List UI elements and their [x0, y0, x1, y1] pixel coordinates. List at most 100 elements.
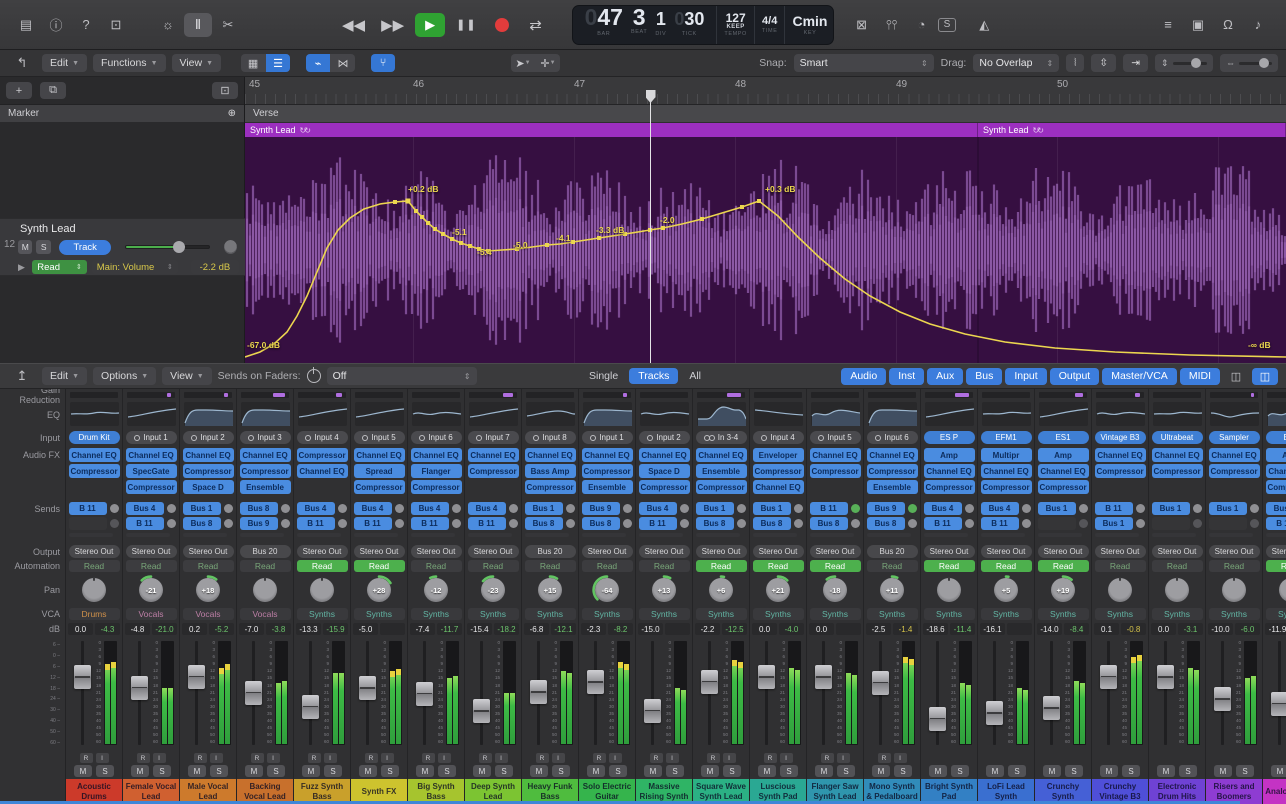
eq-thumbnail[interactable] — [867, 402, 917, 426]
send-knob[interactable] — [451, 519, 461, 528]
count-in-icon[interactable]: ⫯⫯ — [878, 13, 906, 37]
eq-thumbnail[interactable] — [924, 402, 974, 426]
volume-fader[interactable] — [131, 675, 148, 700]
fx-slot[interactable]: Compressor — [1208, 464, 1260, 478]
eq-thumbnail[interactable] — [981, 402, 1031, 426]
volume-fader[interactable] — [1043, 696, 1060, 721]
input-monitor-button[interactable]: I — [665, 753, 679, 763]
eq-thumbnail[interactable] — [1209, 402, 1259, 426]
send-knob[interactable] — [850, 519, 860, 528]
input-monitor-button[interactable]: I — [494, 753, 508, 763]
bar-ruler[interactable]: 45 46 47 48 49 50 — [245, 77, 1286, 105]
eq-thumbnail[interactable] — [468, 402, 518, 426]
vca-slot[interactable]: Synths — [1037, 608, 1089, 620]
input-monitor-button[interactable]: I — [95, 753, 109, 763]
fx-slot[interactable]: Enveloper — [752, 448, 804, 462]
send-knob[interactable] — [337, 519, 347, 528]
automation-mode-button[interactable]: Read — [125, 560, 177, 572]
send-slot[interactable]: Bus 4 — [980, 502, 1019, 515]
vca-slot[interactable]: Synths — [1151, 608, 1203, 620]
fx-slot[interactable]: Channel EQ — [1094, 448, 1146, 462]
input-monitor-button[interactable]: I — [836, 753, 850, 763]
input-slot[interactable]: Input 4 — [296, 431, 348, 444]
fx-slot[interactable]: Bass Amp — [524, 464, 576, 478]
input-slot[interactable]: Input 4 — [752, 431, 804, 444]
fx-slot[interactable]: Channel EQ — [524, 448, 576, 462]
lcd-tempo[interactable]: 127 KEEP TEMPO — [717, 5, 755, 44]
fx-slot[interactable]: Channel EQ — [1208, 448, 1260, 462]
region-header[interactable]: Synth Lead ↻↻ — [245, 123, 978, 137]
fx-slot[interactable]: Ensemble — [581, 480, 633, 494]
send-slot[interactable]: Bus 4 — [410, 502, 449, 515]
instrument-slot[interactable]: Vintage B3 — [1094, 431, 1146, 444]
mute-button[interactable]: M — [74, 765, 92, 777]
record-enable-button[interactable]: R — [250, 753, 264, 763]
send-slot[interactable]: Bus 1 — [695, 502, 734, 515]
back-icon[interactable]: ↰ — [8, 54, 36, 72]
send-knob[interactable] — [223, 519, 233, 528]
mute-button[interactable]: M — [986, 765, 1004, 777]
fx-slot[interactable]: Compressor — [752, 464, 804, 478]
fx-slot[interactable]: Space D — [638, 464, 690, 478]
vca-slot[interactable]: Synths — [581, 608, 633, 620]
editors-icon[interactable]: ✂ — [214, 13, 242, 37]
send-slot[interactable]: Bus 1 — [1208, 502, 1247, 515]
send-knob[interactable] — [565, 519, 575, 528]
fx-slot[interactable]: Channel EQ — [752, 480, 804, 494]
mute-button[interactable]: M — [758, 765, 776, 777]
send-knob[interactable] — [1135, 519, 1145, 528]
automation-mode-button[interactable]: Read — [1208, 560, 1260, 572]
vca-slot[interactable]: Synths — [638, 608, 690, 620]
fx-slot[interactable]: Channel EQ — [581, 448, 633, 462]
pan-knob[interactable]: +19 — [1048, 575, 1078, 605]
record-enable-button[interactable]: R — [763, 753, 777, 763]
pan-knob[interactable]: +21 — [763, 575, 793, 605]
play-button[interactable]: ▶ — [415, 12, 446, 37]
automation-mode-button[interactable]: Read — [182, 560, 234, 572]
mixer-menu-edit[interactable]: Edit ▼ — [42, 367, 88, 385]
output-slot[interactable]: Stereo Out — [809, 545, 861, 558]
drag-dropdown[interactable]: No Overlap ⇕ — [973, 54, 1060, 72]
vca-slot[interactable]: Synths — [1208, 608, 1260, 620]
eq-thumbnail[interactable] — [354, 402, 404, 426]
media-browser-icon[interactable]: ♪ — [1244, 13, 1272, 37]
mixer-menu-options[interactable]: Options ▼ — [93, 367, 157, 385]
automation-mode-button[interactable]: Read — [866, 560, 918, 572]
pencil-tool[interactable]: ✛ ▼ — [536, 54, 560, 72]
track-solo-button[interactable]: S — [36, 240, 51, 254]
input-monitor-button[interactable]: I — [152, 753, 166, 763]
volume-fader[interactable] — [74, 665, 91, 689]
input-slot[interactable]: Input 2 — [182, 431, 234, 444]
solo-button[interactable]: S — [951, 765, 969, 777]
send-slot[interactable]: B 11 — [980, 517, 1019, 530]
instrument-slot[interactable]: Drum Kit — [68, 431, 120, 444]
automation-mode-button[interactable]: Read — [1094, 560, 1146, 572]
mute-button[interactable]: M — [701, 765, 719, 777]
fx-slot[interactable]: Ensemble — [866, 480, 918, 494]
fx-slot[interactable]: Amp — [923, 448, 975, 462]
input-slot[interactable]: Input 2 — [638, 431, 690, 444]
record-enable-button[interactable]: R — [136, 753, 150, 763]
send-slot[interactable]: Bus 4 — [353, 502, 392, 515]
fx-slot[interactable]: Channel EQ — [125, 448, 177, 462]
output-slot[interactable]: Stereo Out — [1094, 545, 1146, 558]
send-slot[interactable]: B 11 — [125, 517, 164, 530]
record-enable-button[interactable]: R — [820, 753, 834, 763]
solo-button[interactable]: S — [1236, 765, 1254, 777]
automation-mode-button[interactable]: Read — [1265, 560, 1286, 572]
send-slot[interactable]: B 11 — [296, 517, 335, 530]
track-volume-slider[interactable] — [125, 241, 211, 253]
fx-slot[interactable]: Spread — [353, 464, 405, 478]
send-slot[interactable]: Bus 8 — [581, 517, 620, 530]
solo-button[interactable]: S — [1008, 765, 1026, 777]
track-on-button[interactable]: Track — [58, 239, 112, 255]
volume-fader[interactable] — [1100, 664, 1117, 689]
solo-button[interactable]: S — [552, 765, 570, 777]
output-slot[interactable]: Stereo Out — [296, 545, 348, 558]
pan-knob[interactable]: -18 — [820, 575, 850, 605]
send-knob[interactable] — [508, 519, 518, 528]
fx-slot[interactable]: Channel EQ — [809, 448, 861, 462]
automation-mode-button[interactable]: Read — [239, 560, 291, 572]
send-slot[interactable]: Bus 9 — [239, 517, 278, 530]
list-editors-icon[interactable]: ≡ — [1154, 13, 1182, 37]
